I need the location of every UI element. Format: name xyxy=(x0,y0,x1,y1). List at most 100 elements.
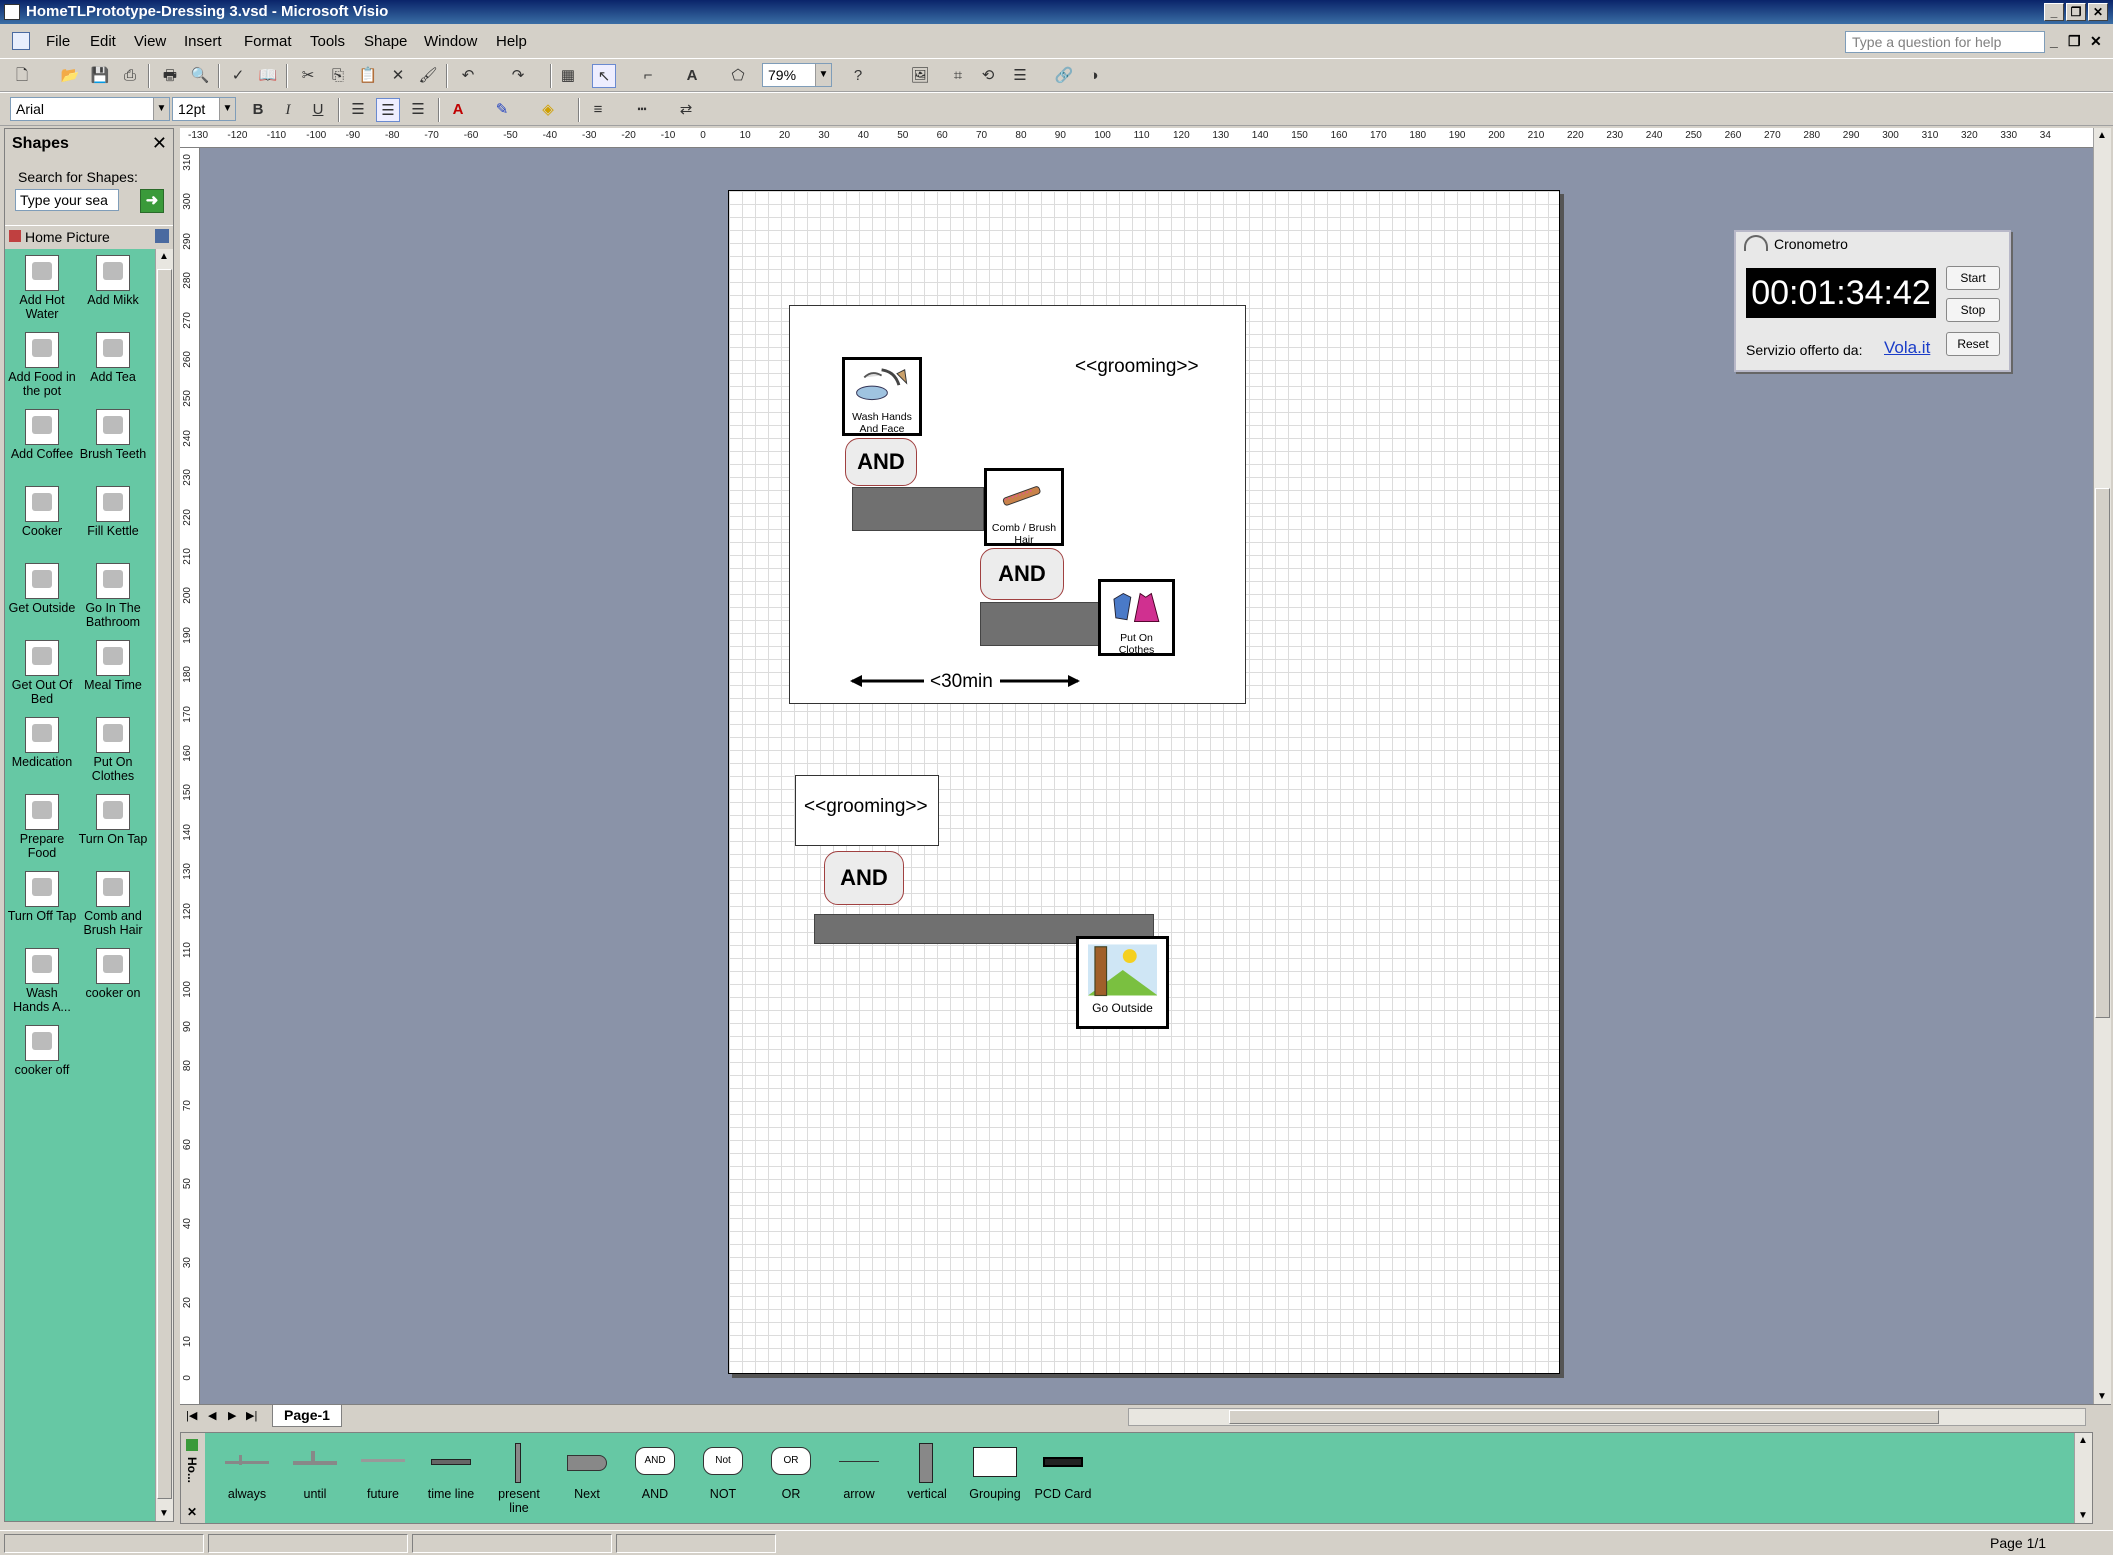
scroll-up-icon[interactable]: ▲ xyxy=(2078,1435,2088,1446)
vertical-scrollbar[interactable]: ▲ ▼ xyxy=(2093,128,2111,1404)
line-weight-icon[interactable]: ☰ xyxy=(1008,64,1032,88)
stencil-item[interactable]: Comb and Brush Hair xyxy=(78,871,148,937)
spelling-icon[interactable]: ✓ xyxy=(226,64,250,88)
open-icon[interactable]: 📂 xyxy=(58,64,82,88)
line-ends-icon[interactable]: ⇄ xyxy=(674,98,698,122)
align-right-icon[interactable]: ☰ xyxy=(406,98,430,122)
font-name-select[interactable]: Arial ▼ xyxy=(10,97,170,121)
drawing-tools-icon[interactable]: ⬠ xyxy=(726,64,750,88)
stencil-item[interactable]: Get Outside xyxy=(7,563,77,615)
stencil-item-time-line[interactable]: time line xyxy=(419,1443,483,1501)
stencil-item[interactable]: Add Coffee xyxy=(7,409,77,461)
doc-close-icon[interactable]: ✕ xyxy=(2090,33,2102,50)
stencil-item-future[interactable]: future xyxy=(351,1443,415,1501)
save-icon[interactable] xyxy=(155,229,169,243)
stencil-item[interactable]: Fill Kettle xyxy=(78,486,148,538)
and-node[interactable]: AND xyxy=(824,851,904,905)
stencil-item-next[interactable]: Next xyxy=(555,1443,619,1501)
menu-tools[interactable]: Tools xyxy=(310,33,345,50)
redo-icon[interactable]: ↷ xyxy=(506,64,530,88)
stencil-item[interactable]: Brush Teeth xyxy=(78,409,148,461)
stencil-item[interactable]: Add Food in the pot xyxy=(7,332,77,398)
first-page-icon[interactable]: |◀ xyxy=(186,1409,197,1422)
shape-search-input[interactable]: Type your sea xyxy=(15,189,119,211)
stencil-item-vertical[interactable]: vertical xyxy=(895,1443,959,1501)
stencil-item-arrow[interactable]: arrow xyxy=(827,1443,891,1501)
stereotype-label[interactable]: <<grooming>> xyxy=(804,796,928,818)
font-color-icon[interactable]: A xyxy=(446,98,470,122)
delete-icon[interactable]: ✕ xyxy=(386,64,410,88)
doc-minimize-icon[interactable]: _ xyxy=(2050,33,2058,49)
format-painter-icon[interactable]: 🖌 xyxy=(416,64,440,88)
close-icon[interactable]: ✕ xyxy=(187,1505,197,1519)
vola-link[interactable]: Vola.it xyxy=(1884,338,1930,358)
prev-page-icon[interactable]: ◀ xyxy=(208,1409,216,1422)
stencil-item-not[interactable]: Not NOT xyxy=(691,1443,755,1501)
permission-icon[interactable]: ⎙ xyxy=(118,64,142,88)
zoom-select[interactable]: 79% ▼ xyxy=(762,63,832,87)
stencil-item[interactable]: cooker on xyxy=(78,948,148,1000)
stencil-item-until[interactable]: until xyxy=(283,1443,347,1501)
fill-color-icon[interactable]: ◈ xyxy=(536,98,560,122)
stencil-item[interactable]: Get Out Of Bed xyxy=(7,640,77,706)
font-size-select[interactable]: 12pt ▼ xyxy=(172,97,236,121)
tab-page-1[interactable]: Page-1 xyxy=(272,1405,342,1427)
stencil-item[interactable]: Turn On Tap xyxy=(78,794,148,846)
scroll-up-icon[interactable]: ▲ xyxy=(159,251,169,262)
print-preview-icon[interactable]: 🔍 xyxy=(188,64,212,88)
research-icon[interactable]: 📖 xyxy=(256,64,280,88)
stencil-item-present-line[interactable]: present line xyxy=(487,1443,551,1515)
vertical-ruler[interactable]: 310 300 290 280 270 260 250 240 230 220 210 200 190 1… xyxy=(180,148,200,1404)
horizontal-ruler[interactable]: -130 -120 -110 -100 -90 -80 -70 -60 -50 -40 -30 -20… xyxy=(180,128,2096,148)
minimize-button[interactable]: _ xyxy=(2044,3,2064,21)
menu-format[interactable]: Format xyxy=(244,33,292,50)
text-tool-icon[interactable]: A xyxy=(680,64,704,88)
duration-label[interactable]: <30min xyxy=(930,671,993,693)
stencil-item[interactable]: Meal Time xyxy=(78,640,148,692)
timeline-bar[interactable] xyxy=(980,602,1100,646)
help-search-input[interactable]: Type a question for help xyxy=(1845,31,2045,53)
stencil-side-bar[interactable]: Ho... ✕ xyxy=(181,1433,205,1523)
copy-icon[interactable]: ⎘ xyxy=(326,64,350,88)
stencil-item[interactable]: Add Mikk xyxy=(78,255,148,307)
last-page-icon[interactable]: ▶| xyxy=(246,1409,257,1422)
stencil-scrollbar[interactable]: ▲ ▼ xyxy=(155,249,173,1521)
scroll-down-icon[interactable]: ▼ xyxy=(159,1508,169,1519)
hyperlink-icon[interactable]: 🔗 xyxy=(1052,64,1076,88)
and-node[interactable]: AND xyxy=(845,438,917,486)
new-icon[interactable]: 🗋 xyxy=(10,64,34,88)
stereotype-label[interactable]: <<grooming>> xyxy=(1075,356,1199,378)
menu-window[interactable]: Window xyxy=(424,33,477,50)
layer-icon[interactable]: ◑ xyxy=(1082,64,1106,88)
pointer-tool-icon[interactable]: ↖ xyxy=(592,64,616,88)
pcd-card-wash-hands[interactable]: Wash Hands And Face xyxy=(842,357,922,436)
insert-picture-icon[interactable]: 🖼 xyxy=(908,64,932,88)
reset-button[interactable]: Reset xyxy=(1946,332,2000,356)
stencil-item-or[interactable]: OR OR xyxy=(759,1443,823,1501)
scroll-thumb[interactable] xyxy=(2095,488,2110,1018)
search-go-icon[interactable]: ➜ xyxy=(140,189,164,213)
restore-button[interactable]: ❐ xyxy=(2066,3,2086,21)
menu-help[interactable]: Help xyxy=(496,33,527,50)
stencil-item-grouping[interactable]: Grouping xyxy=(963,1443,1027,1501)
stop-button[interactable]: Stop xyxy=(1946,298,2000,322)
align-left-icon[interactable]: ☰ xyxy=(346,98,370,122)
pcd-card-comb-hair[interactable]: Comb / Brush Hair xyxy=(984,468,1064,546)
underline-button[interactable]: U xyxy=(306,98,330,122)
pcd-card-put-on-clothes[interactable]: Put On Clothes xyxy=(1098,579,1175,656)
scroll-down-icon[interactable]: ▼ xyxy=(2078,1510,2088,1521)
stencil-item[interactable]: Add Tea xyxy=(78,332,148,384)
document-icon[interactable] xyxy=(12,32,30,50)
line-pattern-icon[interactable]: ┅ xyxy=(630,98,654,122)
cut-icon[interactable]: ✂ xyxy=(296,64,320,88)
menu-file[interactable]: File xyxy=(46,33,70,50)
bold-button[interactable]: B xyxy=(246,98,270,122)
menu-edit[interactable]: Edit xyxy=(90,33,116,50)
menu-view[interactable]: View xyxy=(134,33,166,50)
stencil-item-pcd-card[interactable]: PCD Card xyxy=(1031,1443,1095,1501)
timeline-bar[interactable] xyxy=(852,487,984,531)
italic-button[interactable]: I xyxy=(276,98,300,122)
help-icon[interactable]: ? xyxy=(846,64,870,88)
stencil-item[interactable]: Put On Clothes xyxy=(78,717,148,783)
stencil-header[interactable]: Home Picture xyxy=(5,225,173,247)
